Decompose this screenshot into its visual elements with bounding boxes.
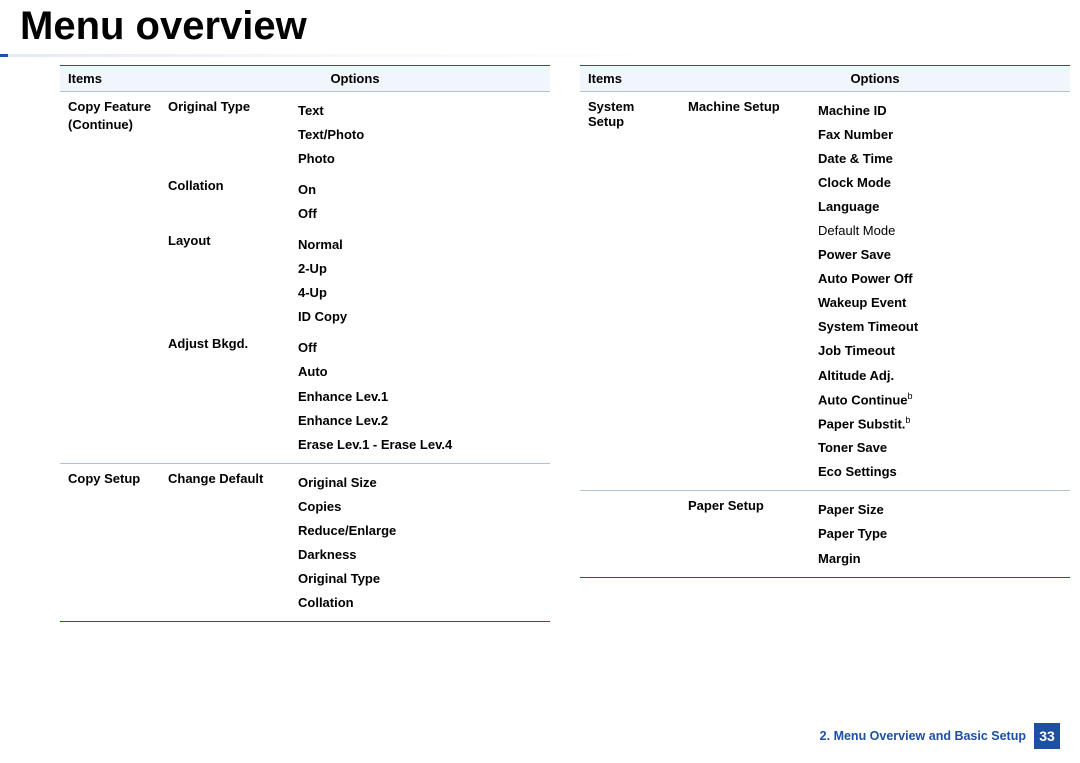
cell-sub: Machine Setup [680,92,810,491]
opt: Erase Lev.1 - Erase Lev.4 [298,433,542,457]
opt: 4-Up [298,281,542,305]
item-label: Copy Feature [68,99,151,114]
hdr-options: Options [680,66,1070,92]
opt: Original Type [298,567,542,591]
opt: Collation [298,591,542,615]
cell-item: System Setup [580,92,680,491]
opt: Original Size [298,471,542,495]
table-row: Paper Setup Paper Size Paper Type Margin [580,491,1070,577]
cell-opts: Normal 2-Up 4-Up ID Copy [290,226,550,329]
table-row: System Setup Machine Setup Machine ID Fa… [580,92,1070,491]
cell-sub: Collation [160,171,290,226]
opt: Enhance Lev.1 [298,385,542,409]
opt: Darkness [298,543,542,567]
page-title: Menu overview [0,0,1080,48]
table-row: Adjust Bkgd. Off Auto Enhance Lev.1 Enha… [60,329,550,463]
opt: Eco Settings [818,460,1062,484]
cell-sub: Original Type [160,92,290,172]
content-area: Items Options Copy Feature (Continue) Or… [0,57,1080,622]
opt-nonbold: Default Mode [818,219,1062,243]
opt: Clock Mode [818,171,1062,195]
cell-sub: Paper Setup [680,491,810,577]
opt: Language [818,195,1062,219]
hdr-options: Options [160,66,550,92]
cell-opts: Machine ID Fax Number Date & Time Clock … [810,92,1070,491]
cell-opts: Paper Size Paper Type Margin [810,491,1070,577]
cell-opts: Text Text/Photo Photo [290,92,550,172]
opt: Enhance Lev.2 [298,409,542,433]
table-row: Layout Normal 2-Up 4-Up ID Copy [60,226,550,329]
footnote-sup: b [908,391,913,401]
cell-item: Copy Setup [60,463,160,621]
right-table: Items Options System Setup Machine Setup… [580,65,1070,578]
footer-section-label: 2. Menu Overview and Basic Setup [820,729,1026,743]
opt: Altitude Adj. [818,364,1062,388]
opt: Auto [298,360,542,384]
opt: Reduce/Enlarge [298,519,542,543]
opt-with-sup: Auto Continueb [818,388,1062,412]
opt: Machine ID [818,99,1062,123]
table-row: Copy Setup Change Default Original Size … [60,463,550,621]
cell-sub: Adjust Bkgd. [160,329,290,463]
left-table: Items Options Copy Feature (Continue) Or… [60,65,550,622]
table-header-row: Items Options [580,66,1070,92]
opt: Power Save [818,243,1062,267]
title-divider [0,54,1080,57]
opt: Auto Power Off [818,267,1062,291]
hdr-items: Items [60,66,160,92]
opt: Photo [298,147,542,171]
table-header-row: Items Options [60,66,550,92]
page-number-badge: 33 [1034,723,1060,749]
opt: ID Copy [298,305,542,329]
cell-opts: Off Auto Enhance Lev.1 Enhance Lev.2 Era… [290,329,550,463]
opt: Margin [818,547,1062,571]
left-column: Items Options Copy Feature (Continue) Or… [60,65,550,622]
opt: 2-Up [298,257,542,281]
opt: Toner Save [818,436,1062,460]
opt: On [298,178,542,202]
opt-with-sup: Paper Substit.b [818,412,1062,436]
cell-opts: On Off [290,171,550,226]
opt: Fax Number [818,123,1062,147]
item-label-continue: (Continue) [68,114,152,132]
table-row: Copy Feature (Continue) Original Type Te… [60,92,550,172]
opt: Date & Time [818,147,1062,171]
cell-item: Copy Feature (Continue) [60,92,160,172]
page-footer: 2. Menu Overview and Basic Setup 33 [820,723,1060,749]
opt: Off [298,336,542,360]
opt: Paper Size [818,498,1062,522]
footnote-sup: b [905,415,910,425]
opt: Paper Type [818,522,1062,546]
opt: Text/Photo [298,123,542,147]
cell-sub: Layout [160,226,290,329]
opt: Text [298,99,542,123]
opt: Off [298,202,542,226]
opt: Wakeup Event [818,291,1062,315]
opt: Normal [298,233,542,257]
hdr-items: Items [580,66,680,92]
right-column: Items Options System Setup Machine Setup… [580,65,1070,622]
table-row: Collation On Off [60,171,550,226]
cell-opts: Original Size Copies Reduce/Enlarge Dark… [290,463,550,621]
cell-sub: Change Default [160,463,290,621]
opt: Copies [298,495,542,519]
opt: System Timeout [818,315,1062,339]
opt: Job Timeout [818,339,1062,363]
